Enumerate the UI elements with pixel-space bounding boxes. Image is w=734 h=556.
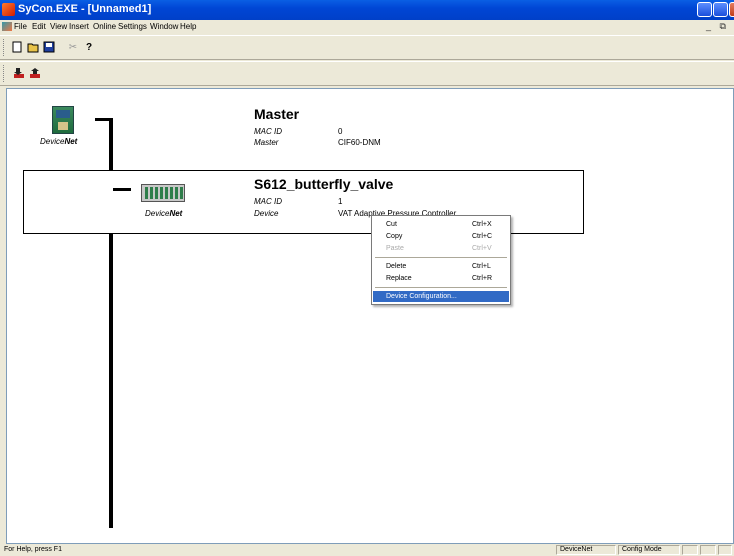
online-toolbar (0, 61, 734, 86)
status-bus: DeviceNet (560, 546, 593, 553)
upload-icon[interactable] (28, 66, 42, 80)
status-panel-bus: DeviceNet (556, 545, 616, 555)
master-field-value: 0 (338, 127, 343, 136)
menu-help[interactable]: Help (180, 22, 196, 31)
slave-connection-line (113, 188, 131, 191)
status-panel-empty (682, 545, 698, 555)
menu-item-cut[interactable]: Cut Ctrl+X (373, 219, 509, 230)
menu-item-copy[interactable]: Copy Ctrl+C (373, 231, 509, 242)
master-field-key: Master (254, 138, 279, 147)
menu-file[interactable]: File (14, 22, 27, 31)
slave-field-key: Device (254, 209, 279, 218)
menu-insert[interactable]: Insert (69, 22, 89, 31)
master-connection-line (95, 118, 113, 121)
app-icon (2, 3, 15, 16)
toolbar-grip[interactable] (3, 65, 7, 82)
menu-separator (375, 287, 507, 288)
master-name: Master (254, 106, 300, 122)
cut-icon[interactable]: ✂ (66, 40, 80, 54)
menu-bar: File Edit View Insert Online Settings Wi… (0, 20, 734, 34)
menu-item-replace[interactable]: Replace Ctrl+R (373, 273, 509, 284)
slave-device-icon[interactable] (141, 184, 185, 202)
window-title: SyCon.EXE - [Unnamed1] (18, 3, 152, 15)
menu-item-delete[interactable]: Delete Ctrl+L (373, 261, 509, 272)
help-icon[interactable]: ? (82, 40, 96, 54)
menu-window[interactable]: Window (150, 22, 178, 31)
new-icon[interactable] (10, 40, 24, 54)
slave-field-value: 1 (338, 197, 343, 206)
slave-name: S612_butterfly_valve (254, 176, 394, 192)
context-menu: Cut Ctrl+X Copy Ctrl+C Paste Ctrl+V Dele… (371, 215, 511, 305)
master-device-icon[interactable] (52, 106, 74, 134)
mdi-window-controls[interactable]: _ ⧉ (706, 21, 729, 32)
master-bus-label: DeviceNet (40, 137, 78, 146)
menu-view[interactable]: View (50, 22, 67, 31)
menu-item-device-configuration[interactable]: Device Configuration... (373, 291, 509, 302)
status-panel-mode: Config Mode (618, 545, 680, 555)
open-icon[interactable] (26, 40, 40, 54)
maximize-button[interactable] (713, 2, 728, 17)
master-field-value: CIF60-DNM (338, 138, 381, 147)
network-canvas[interactable] (6, 88, 734, 544)
toolbar-grip[interactable] (3, 39, 7, 56)
slave-bus-label: DeviceNet (145, 209, 183, 218)
menu-online[interactable]: Online (93, 22, 116, 31)
menu-settings[interactable]: Settings (118, 22, 147, 31)
status-mode: Config Mode (622, 546, 662, 553)
title-bar: SyCon.EXE - [Unnamed1] (0, 0, 734, 20)
menu-item-paste[interactable]: Paste Ctrl+V (373, 243, 509, 254)
menu-separator (375, 257, 507, 258)
minimize-button[interactable] (697, 2, 712, 17)
close-button[interactable] (729, 2, 734, 17)
download-icon[interactable] (12, 66, 26, 80)
save-icon[interactable] (42, 40, 56, 54)
status-help-text: For Help, press F1 (4, 546, 62, 553)
menu-edit[interactable]: Edit (32, 22, 46, 31)
status-panel-empty (718, 545, 732, 555)
document-icon[interactable] (2, 22, 12, 31)
master-field-key: MAC ID (254, 127, 282, 136)
status-panel-empty (700, 545, 716, 555)
status-bar: For Help, press F1 DeviceNet Config Mode (0, 544, 734, 556)
standard-toolbar: ✂ ? (0, 35, 734, 60)
slave-field-key: MAC ID (254, 197, 282, 206)
